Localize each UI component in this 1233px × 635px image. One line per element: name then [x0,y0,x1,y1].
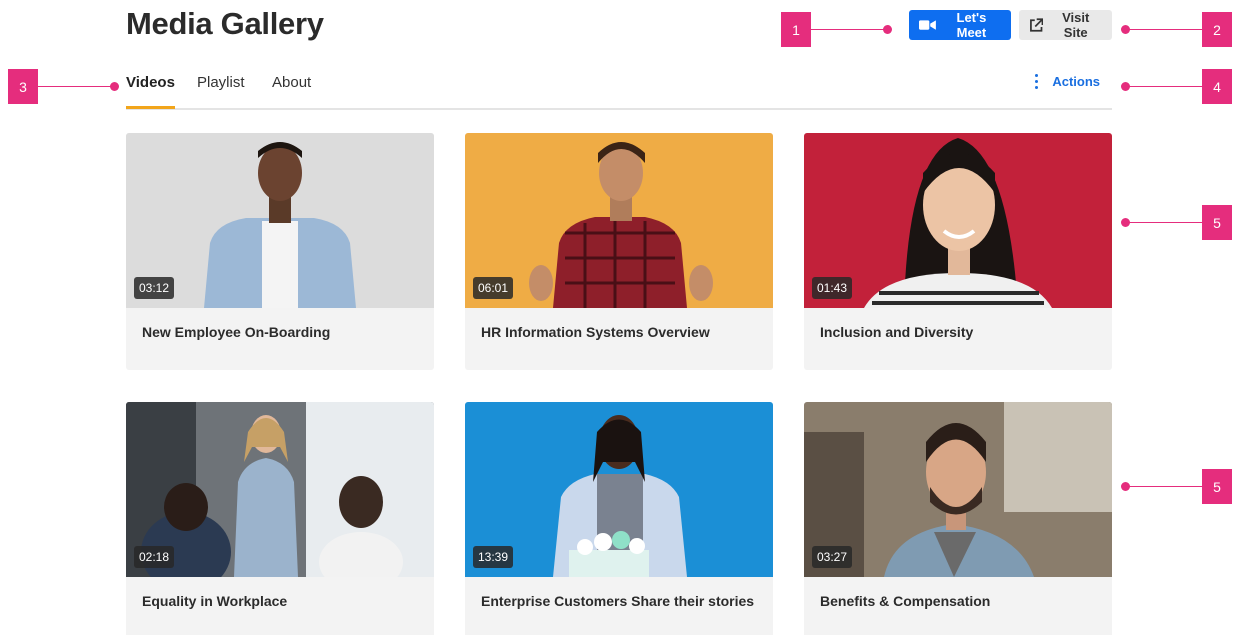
video-thumbnail: 02:18 [126,402,434,577]
visit-site-button[interactable]: Visit Site [1019,10,1112,40]
annotation-dot [1121,218,1130,227]
duration-badge: 13:39 [473,546,514,568]
external-link-icon [1030,17,1044,32]
annotation-dot [110,82,119,91]
annotation-marker-2: 2 [1202,12,1232,47]
video-thumbnail: 03:12 [126,133,434,308]
annotation-dot [883,25,892,34]
video-title: Inclusion and Diversity [820,324,974,340]
video-card[interactable]: 01:43 Inclusion and Diversity [804,133,1112,370]
duration-badge: 03:27 [812,546,853,568]
annotation-line [1126,486,1202,487]
video-thumbnail: 01:43 [804,133,1112,308]
kebab-menu-icon [1035,74,1039,89]
annotation-marker-5: 5 [1202,469,1232,504]
video-title: Equality in Workplace [142,593,288,609]
actions-menu-button[interactable]: Actions [1035,74,1100,89]
tab-playlist[interactable]: Playlist [197,74,245,91]
video-thumbnail: 13:39 [465,402,773,577]
annotation-line [811,29,887,30]
video-card[interactable]: 03:27 Benefits & Compensation [804,402,1112,635]
actions-label: Actions [1052,74,1100,89]
tab-videos[interactable]: Videos [126,74,175,91]
active-tab-indicator [126,106,175,109]
video-card[interactable]: 06:01 HR Information Systems Overview [465,133,773,370]
video-camera-icon [919,20,936,30]
lets-meet-button[interactable]: Let's Meet [909,10,1011,40]
annotation-line [1126,29,1202,30]
annotation-line [1126,222,1202,223]
tab-bar: Videos Playlist About Actions [126,64,1112,110]
video-thumbnail: 03:27 [804,402,1112,577]
duration-badge: 02:18 [134,546,175,568]
annotation-dot [1121,82,1130,91]
video-card[interactable]: 13:39 Enterprise Customers Share their s… [465,402,773,635]
annotation-marker-3: 3 [8,69,38,104]
annotation-marker-5: 5 [1202,205,1232,240]
video-title: New Employee On-Boarding [142,324,331,340]
tab-about[interactable]: About [272,74,311,91]
video-title: Enterprise Customers Share their stories [481,593,755,609]
annotation-line [38,86,114,87]
video-card[interactable]: 03:12 New Employee On-Boarding [126,133,434,370]
video-title: HR Information Systems Overview [481,324,710,340]
annotation-marker-4: 4 [1202,69,1232,104]
duration-badge: 03:12 [134,277,175,299]
video-title: Benefits & Compensation [820,593,991,609]
page-title: Media Gallery [126,6,324,41]
annotation-dot [1121,25,1130,34]
video-thumbnail: 06:01 [465,133,773,308]
duration-badge: 06:01 [473,277,514,299]
visit-site-label: Visit Site [1062,10,1090,40]
lets-meet-label: Let's Meet [956,10,987,40]
duration-badge: 01:43 [812,277,853,299]
annotation-dot [1121,482,1130,491]
annotation-line [1126,86,1202,87]
annotation-marker-1: 1 [781,12,811,47]
video-card[interactable]: 02:18 Equality in Workplace [126,402,434,635]
